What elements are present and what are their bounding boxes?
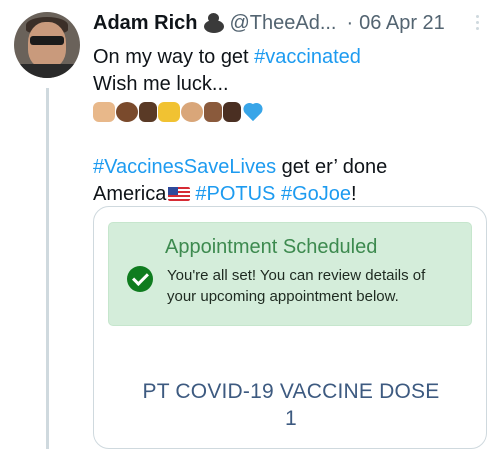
banner-message: You're all set! You can review details o… <box>167 265 425 307</box>
tweet-text: ! <box>351 183 357 205</box>
emoji-row <box>93 100 264 124</box>
dose-title-line-1: PT COVID-19 VACCINE DOSE <box>142 380 440 403</box>
author-handle[interactable]: @TheeAd... <box>229 12 336 35</box>
banner-line-2: your upcoming appointment below. <box>167 288 399 305</box>
appointment-banner: Appointment Scheduled You're all set! Yo… <box>108 222 472 326</box>
banner-line-1: You're all set! You can review details o… <box>167 267 426 284</box>
oncoming-fist-icon <box>116 102 138 122</box>
raising-hands-icon <box>93 102 115 122</box>
hashtag-vaccinessavelives[interactable]: #VaccinesSaveLives <box>93 156 276 178</box>
victory-hand-icon <box>204 102 222 122</box>
thumbs-up-icon <box>139 102 157 122</box>
more-vertical-icon[interactable] <box>468 12 486 34</box>
dose-panel: PT COVID-19 VACCINE DOSE 1 <box>94 340 486 448</box>
author-name[interactable]: Adam Rich <box>93 12 197 35</box>
tweet-text: get er’ done <box>276 156 388 178</box>
avatar[interactable] <box>14 12 80 78</box>
tweet-text: On my way to get <box>93 46 255 68</box>
gorilla-icon <box>203 13 225 33</box>
folded-hands-icon <box>223 102 241 122</box>
tweet-line-2: Wish me luck... <box>93 73 229 95</box>
thread-line <box>46 88 49 449</box>
tweet-line-1: On my way to get #vaccinated <box>93 44 361 71</box>
hashtag-gojoe[interactable]: #GoJoe <box>281 183 351 205</box>
tweet-header: Adam Rich @TheeAd... · 06 Apr 21 <box>93 10 445 36</box>
check-circle-icon <box>127 266 153 292</box>
tweet-line-4: America #POTUS #GoJoe! <box>93 181 357 208</box>
dose-title: PT COVID-19 VACCINE DOSE 1 <box>94 378 486 432</box>
separator-dot: · <box>346 11 354 34</box>
tweet-date[interactable]: 06 Apr 21 <box>359 12 445 35</box>
love-you-gesture-icon <box>158 102 180 122</box>
us-flag-icon <box>168 187 191 201</box>
dose-title-line-2: 1 <box>285 407 297 430</box>
tweet-line-3: #VaccinesSaveLives get er’ done <box>93 154 387 181</box>
banner-title: Appointment Scheduled <box>165 236 378 258</box>
hashtag-potus[interactable]: #POTUS <box>195 183 275 205</box>
tweet-text: America <box>93 183 167 205</box>
oncoming-fist-icon <box>181 102 203 122</box>
hashtag-vaccinated[interactable]: #vaccinated <box>254 46 361 68</box>
blue-heart-icon <box>242 102 264 122</box>
media-card[interactable]: Appointment Scheduled You're all set! Yo… <box>93 206 487 449</box>
